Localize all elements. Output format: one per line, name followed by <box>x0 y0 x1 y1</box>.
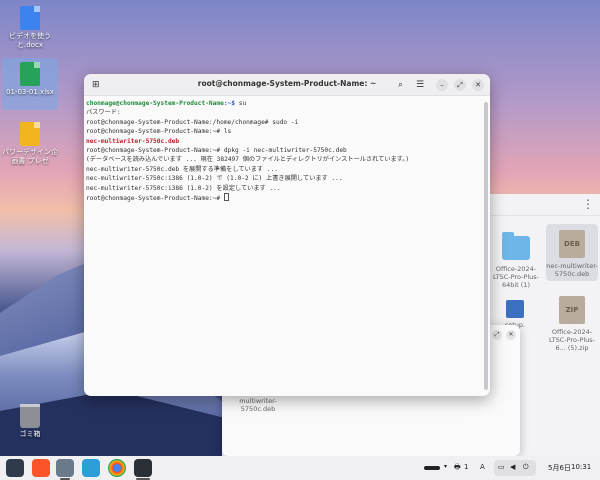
close-icon[interactable]: ✕ <box>472 79 484 91</box>
window-title: root@chonmage-System-Product-Name: ~ <box>197 79 377 88</box>
terminal-line: root@chonmage-System-Product-Name:/home/… <box>86 118 299 126</box>
package-icon: DEB <box>559 230 585 258</box>
terminal-line: root@chonmage-System-Product-Name:~# dpk… <box>86 147 347 155</box>
zorin-menu-icon[interactable] <box>6 459 24 477</box>
terminal-titlebar: ⊞ root@chonmage-System-Product-Name: ~ ⌕… <box>84 74 490 96</box>
setup-icon <box>506 300 524 318</box>
search-icon[interactable]: ⌕ <box>398 79 403 91</box>
brave-browser-icon[interactable] <box>32 459 50 477</box>
terminal-line: nec-multiwriter-5750c.deb を展開する準備をしています … <box>86 165 279 173</box>
workspace-count: 1 <box>464 463 469 471</box>
file-item-label: nec-multiwriter-5750c.deb <box>546 262 598 278</box>
terminal-line-file: nec-multiwriter-5750c.deb <box>86 137 180 145</box>
terminal-line: root@chonmage-System-Product-Name:~# ls <box>86 128 232 136</box>
document-icon <box>20 6 40 30</box>
desktop-icon-presentation[interactable]: パワーデザイン企画書 プレゼ <box>2 118 58 166</box>
display-icon: ▭ <box>498 463 505 471</box>
terminal-line: nec-multiwriter-5750c:i386 (1.0-2) を設定して… <box>86 184 281 192</box>
volume-icon: ◀ <box>510 463 516 471</box>
date-label[interactable]: 5月6日 <box>548 463 571 473</box>
software-store-icon[interactable] <box>82 459 100 477</box>
command-text: su <box>235 100 247 107</box>
terminal-scrollbar[interactable] <box>484 102 488 390</box>
maximize-icon[interactable]: ⤢ <box>454 79 466 91</box>
current-prompt: root@chonmage-System-Product-Name:~# <box>86 195 224 203</box>
taskbar: ▾ 🖶 1 A ▭ ◀ ⏻ 5月6日 10:31 <box>0 456 600 480</box>
desktop-icon-label: ビデオを使うと.docx <box>9 32 51 49</box>
terminal-line: パスワード: <box>86 109 121 117</box>
menu-icon[interactable]: ☰ <box>416 79 424 91</box>
file-item-label: Office-2024-LTSC-Pro-Plus-6... (5).zip <box>548 328 596 352</box>
restore-icon[interactable]: ⤢ <box>492 330 502 340</box>
files-icon[interactable] <box>56 459 74 477</box>
file-item-zip[interactable]: ZIP Office-2024-LTSC-Pro-Plus-6... (5).z… <box>546 290 598 352</box>
workspace-indicator[interactable] <box>424 466 440 470</box>
terminal-line: nec-multiwriter-5750c:i386 (1.0-2) で (1.… <box>86 175 343 183</box>
terminal-icon[interactable] <box>134 459 152 477</box>
keyboard-layout[interactable]: A <box>480 463 485 471</box>
file-item-label: Office-2024-LTSC-Pro-Plus-64bit (1) <box>492 265 540 289</box>
presentation-icon <box>20 122 40 146</box>
chevron-down-icon[interactable]: ▾ <box>444 463 447 470</box>
desktop-icon-label: ゴミ箱 <box>19 430 41 438</box>
desktop-icon-label: 01-03-01.xlsx <box>6 88 54 96</box>
desktop-icon-label: パワーデザイン企画書 プレゼ <box>2 148 58 165</box>
text-cursor <box>223 193 229 202</box>
chrome-icon[interactable] <box>108 459 126 477</box>
minimize-icon[interactable]: – <box>436 79 448 91</box>
spreadsheet-icon <box>20 62 40 86</box>
zip-icon: ZIP <box>559 296 585 324</box>
power-icon: ⏻ <box>523 463 529 471</box>
terminal-prompt-line: root@chonmage-System-Product-Name:~# <box>86 193 488 203</box>
prompt-user: chonmage@chonmage-System-Product-Name <box>86 100 224 107</box>
time-label[interactable]: 10:31 <box>571 463 591 471</box>
file-item-setup[interactable]: setup. <box>490 294 540 329</box>
desktop-icon-docx[interactable]: ビデオを使うと.docx <box>2 2 58 50</box>
more-options-icon[interactable]: ⋮ <box>582 197 594 211</box>
desktop-icon-trash[interactable]: ゴミ箱 <box>2 404 58 439</box>
folder-icon <box>502 232 530 260</box>
prompt-path: :~$ <box>223 100 236 107</box>
trash-icon <box>20 404 40 428</box>
desktop-icon-xlsx[interactable]: 01-03-01.xlsx <box>2 58 58 110</box>
printer-icon[interactable]: 🖶 <box>454 463 461 474</box>
terminal-output[interactable]: chonmage@chonmage-System-Product-Name:~$… <box>84 96 490 206</box>
file-item-deb[interactable]: DEB nec-multiwriter-5750c.deb <box>546 224 598 281</box>
terminal-window: ⊞ root@chonmage-System-Product-Name: ~ ⌕… <box>84 74 490 396</box>
system-tray[interactable]: ▭ ◀ ⏻ <box>494 460 536 476</box>
terminal-line: (データベースを読み込んでいます ... 現在 382497 個のファイルとディ… <box>86 156 410 164</box>
terminal-line: chonmage@chonmage-System-Product-Name:~$… <box>86 99 488 108</box>
file-item-folder[interactable]: Office-2024-LTSC-Pro-Plus-64bit (1) <box>490 230 542 289</box>
close-icon[interactable]: ✕ <box>506 330 516 340</box>
dialog-file-label: multiwriter-5750c.deb <box>239 397 277 413</box>
